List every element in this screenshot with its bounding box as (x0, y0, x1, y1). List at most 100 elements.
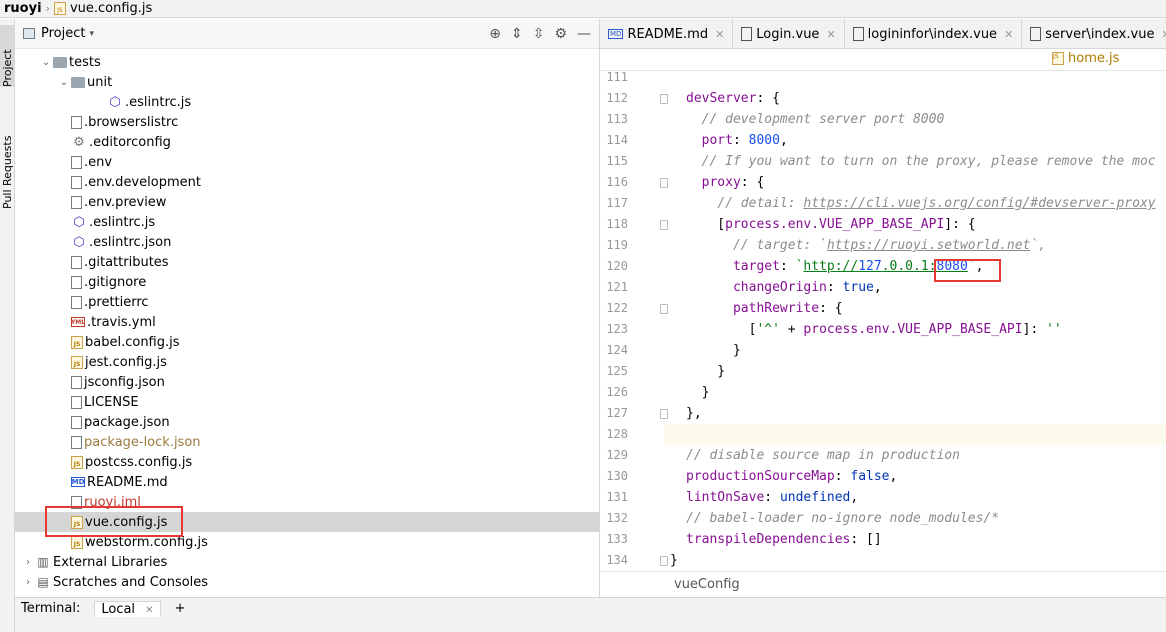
tree-item[interactable]: JS babel.config.js (15, 332, 600, 352)
breadcrumb-root[interactable]: ruoyi (4, 1, 42, 16)
code-line[interactable]: } (670, 550, 678, 571)
locate-icon[interactable]: ⊕ (489, 26, 501, 42)
code-line[interactable]: // target: `https://ruoyi.setworld.net`, (686, 235, 1046, 256)
terminal-tab-local[interactable]: Local ✕ (94, 601, 161, 617)
tree-item[interactable]: .prettierrc (15, 292, 600, 312)
tree-item[interactable]: › ▤ Scratches and Consoles (15, 572, 600, 592)
js-icon: JS (71, 455, 83, 469)
close-icon[interactable]: ✕ (826, 28, 835, 41)
code-line[interactable]: productionSourceMap: false, (686, 466, 897, 487)
chevron-down-icon[interactable]: ⌄ (57, 77, 71, 88)
tree-item[interactable]: .env.development (15, 172, 600, 192)
code-line[interactable]: devServer: { (686, 88, 780, 109)
line-number: 113 (606, 112, 628, 126)
fold-marker-icon[interactable] (660, 556, 668, 566)
code-line[interactable]: ['^' + process.env.VUE_APP_BASE_API]: '' (686, 319, 1062, 340)
code-editor[interactable]: 111 112 113 114 115 116 117 118 119 120 121 122 123 1… (600, 71, 1166, 571)
tree-item[interactable]: JS jest.config.js (15, 352, 600, 372)
tree-item[interactable]: ⬡ .eslintrc.json (15, 232, 600, 252)
tree-item[interactable]: YML .travis.yml (15, 312, 600, 332)
tree-item[interactable]: package-lock.json (15, 432, 600, 452)
fold-marker-icon[interactable] (660, 94, 668, 104)
project-panel-title[interactable]: Project (41, 26, 85, 41)
chevron-down-icon[interactable]: ⌄ (39, 57, 53, 68)
tree-item-label: LICENSE (84, 394, 139, 410)
js-file-icon: JS (53, 2, 66, 15)
line-number: 125 (606, 364, 628, 378)
project-tool-tab[interactable]: Project (0, 25, 15, 87)
editor-tabbar: README.md ✕ Login.vue ✕ logininfor\index.v… (600, 19, 1166, 49)
code-line[interactable]: } (686, 340, 741, 361)
code-line[interactable]: }, (686, 403, 702, 424)
code-line[interactable]: // disable source map in production (686, 445, 960, 466)
tree-item[interactable]: .gitignore (15, 272, 600, 292)
code-line[interactable]: } (686, 361, 725, 382)
fold-marker-icon[interactable] (660, 304, 668, 314)
breadcrumb-file[interactable]: vue.config.js (70, 1, 152, 16)
tree-item[interactable]: ⚙ .editorconfig (15, 132, 600, 152)
code-line[interactable]: pathRewrite: { (686, 298, 843, 319)
tab-login-vue[interactable]: Login.vue ✕ (733, 19, 845, 49)
code-line[interactable]: changeOrigin: true, (686, 277, 882, 298)
code-line[interactable]: proxy: { (686, 172, 765, 193)
fold-marker-icon[interactable] (660, 409, 668, 419)
code-line[interactable]: // detail: https://cli.vuejs.org/config/… (686, 193, 1155, 214)
fold-marker-icon[interactable] (660, 178, 668, 188)
line-number: 117 (606, 196, 628, 210)
tree-item[interactable]: ⌄ unit (15, 72, 600, 92)
fold-marker-icon[interactable] (660, 220, 668, 230)
code-line[interactable]: // development server port 8000 (686, 109, 945, 130)
tree-item-label: .eslintrc.js (89, 214, 156, 230)
expand-all-icon[interactable]: ⇕ (511, 26, 523, 42)
tree-item[interactable]: .env.preview (15, 192, 600, 212)
chevron-right-icon[interactable]: › (21, 557, 35, 568)
chevron-right-icon[interactable]: › (21, 577, 35, 588)
tab-readme[interactable]: README.md ✕ (600, 19, 734, 49)
js-icon: JS (71, 535, 83, 549)
tree-item-label: postcss.config.js (85, 454, 193, 470)
tree-item[interactable]: .env (15, 152, 600, 172)
line-number: 122 (606, 301, 628, 315)
settings-gear-icon[interactable]: ⚙ (554, 26, 567, 42)
folder-icon (71, 76, 85, 88)
hide-panel-icon[interactable]: — (577, 26, 591, 42)
tree-item[interactable]: ⌄ tests (15, 52, 600, 72)
close-icon[interactable]: ✕ (715, 28, 724, 41)
tab-logininfor-index[interactable]: logininfor\index.vue ✕ (845, 19, 1023, 49)
close-icon[interactable]: ✕ (1004, 28, 1013, 41)
tree-item[interactable]: MD README.md (15, 472, 600, 492)
chevron-down-icon[interactable]: ▾ (89, 29, 94, 39)
close-icon[interactable]: ✕ (145, 605, 153, 616)
tree-item[interactable]: › ▥ External Libraries (15, 552, 600, 572)
tab-home-js[interactable]: JS home.js (1052, 51, 1119, 66)
tree-item-label: .gitignore (84, 274, 147, 290)
tree-item-label: .browserslistrc (84, 114, 179, 130)
tab-server-index[interactable]: server\index.vue ✕ (1022, 19, 1166, 49)
tree-item[interactable]: ⬡ .eslintrc.js (15, 212, 600, 232)
code-line[interactable]: // babel-loader no-ignore node_modules/* (686, 508, 999, 529)
tree-item-label: jsconfig.json (84, 374, 165, 390)
tree-item[interactable]: JS postcss.config.js (15, 452, 600, 472)
file-icon (71, 255, 82, 269)
code-line[interactable]: port: 8000, (686, 130, 788, 151)
terminal-tab-label: Local (101, 602, 136, 617)
tree-item[interactable]: jsconfig.json (15, 372, 600, 392)
tree-item[interactable]: package.json (15, 412, 600, 432)
tree-item[interactable]: .gitattributes (15, 252, 600, 272)
close-icon[interactable]: ✕ (1161, 28, 1166, 41)
code-breadcrumb-item[interactable]: vueConfig (674, 577, 740, 592)
pull-requests-tool-tab[interactable]: Pull Requests (0, 119, 15, 209)
tree-item[interactable]: ⬡ .eslintrc.js (15, 92, 600, 112)
tree-item[interactable]: .browserslistrc (15, 112, 600, 132)
breadcrumb: ruoyi › JS vue.config.js (0, 0, 1166, 18)
code-line[interactable]: // If you want to turn on the proxy, ple… (686, 151, 1156, 172)
add-terminal-button[interactable]: + (175, 601, 186, 616)
code-line[interactable]: lintOnSave: undefined, (686, 487, 858, 508)
code-line[interactable]: [process.env.VUE_APP_BASE_API]: { (686, 214, 975, 235)
code-line[interactable]: transpileDependencies: [] (686, 529, 882, 550)
code-line[interactable]: } (686, 382, 710, 403)
tree-item[interactable]: LICENSE (15, 392, 600, 412)
tree-item-label: package-lock.json (84, 434, 201, 450)
collapse-all-icon[interactable]: ⇳ (533, 26, 545, 42)
tree-item-label: .travis.yml (87, 314, 156, 330)
